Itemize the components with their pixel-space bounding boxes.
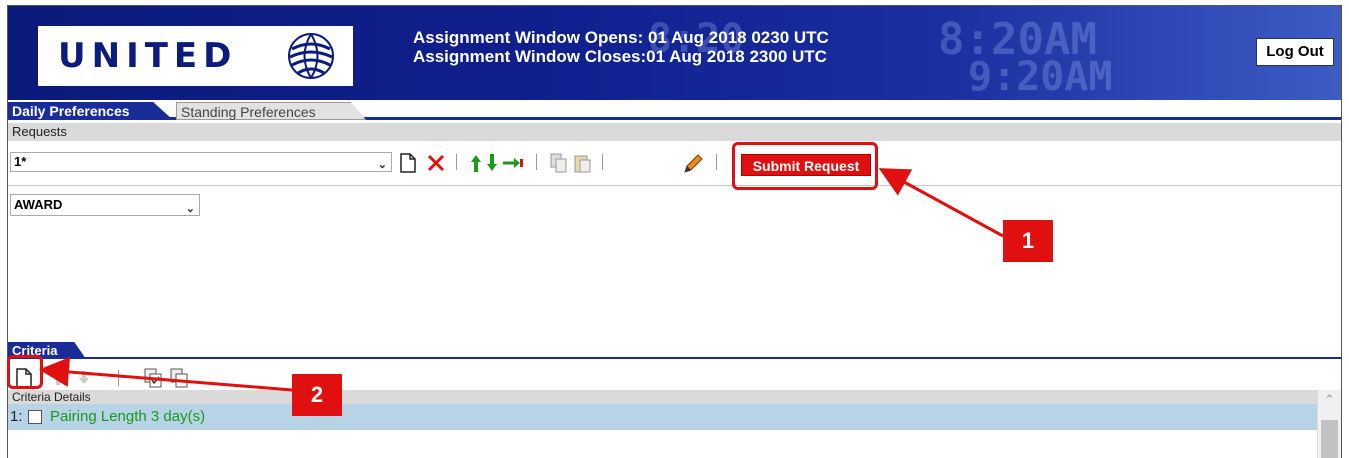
criteria-details-label: Criteria Details (8, 390, 1318, 404)
paste-icon[interactable] (170, 368, 188, 388)
callout-number-1: 1 (1003, 220, 1053, 262)
callout-highlight-new-criteria (7, 355, 43, 389)
list-item[interactable]: 1: Pairing Length 3 day(s) (8, 404, 1318, 430)
criteria-toolbar (8, 362, 1341, 390)
requests-section-label: Requests (8, 123, 1341, 141)
chevron-down-icon: ⌄ (185, 203, 195, 215)
logout-button[interactable]: Log Out (1256, 38, 1334, 66)
assignment-window-info: Assignment Window Opens: 01 Aug 2018 023… (413, 28, 829, 66)
tab-standing-preferences[interactable]: Standing Preferences (176, 102, 366, 120)
move-to-icon[interactable] (502, 153, 524, 173)
window-closes-text: Assignment Window Closes:01 Aug 2018 230… (413, 47, 827, 66)
move-down-icon[interactable] (486, 153, 498, 173)
toolbar-divider (716, 154, 717, 170)
move-down-icon[interactable] (78, 370, 90, 386)
callout-number-2: 2 (292, 374, 342, 416)
criteria-item-number: 1: (10, 408, 23, 425)
request-select[interactable]: 1* ⌄ (10, 152, 392, 172)
toolbar-divider (536, 154, 537, 170)
copy-icon[interactable] (144, 368, 162, 388)
criteria-tab-bar: Criteria (8, 342, 1341, 359)
window-opens-text: Assignment Window Opens: 01 Aug 2018 023… (413, 28, 829, 47)
toolbar-divider (118, 370, 119, 386)
chevron-down-icon: ⌄ (377, 159, 387, 171)
move-up-icon[interactable] (470, 153, 482, 173)
chevron-up-icon[interactable]: ⌃ (1324, 392, 1335, 408)
edit-pencil-icon[interactable] (682, 153, 704, 175)
criteria-item-label: Pairing Length 3 day(s) (50, 408, 206, 425)
criteria-item-checkbox[interactable] (28, 410, 42, 424)
app-frame: 8:20 8:20AM 9:20AM UNITED Assignment Win… (7, 5, 1342, 458)
award-type-value: AWARD (14, 197, 63, 212)
preference-tabs: Daily Preferences Standing Preferences (8, 100, 1341, 120)
toolbar-divider (602, 154, 603, 170)
award-type-select[interactable]: AWARD ⌄ (10, 194, 200, 216)
callout-highlight-submit (732, 142, 878, 190)
criteria-scrollbar[interactable]: ⌃ (1317, 390, 1341, 458)
requests-toolbar: 1* ⌄ Submit Request (8, 142, 1341, 186)
move-up-icon[interactable] (52, 370, 64, 386)
request-select-value: 1* (14, 154, 27, 169)
scrollbar-thumb[interactable] (1321, 420, 1338, 458)
delete-icon[interactable] (426, 153, 446, 173)
toolbar-divider (456, 154, 457, 170)
header-decoration: 9:20AM (968, 54, 1113, 100)
copy-icon[interactable] (550, 153, 568, 173)
header-banner: 8:20 8:20AM 9:20AM UNITED Assignment Win… (8, 6, 1341, 100)
new-document-icon[interactable] (400, 153, 416, 173)
logo-text: UNITED (58, 36, 238, 76)
united-logo: UNITED (38, 26, 353, 86)
tab-daily-preferences[interactable]: Daily Preferences (8, 102, 173, 120)
paste-icon[interactable] (574, 153, 592, 173)
globe-icon (288, 33, 334, 79)
